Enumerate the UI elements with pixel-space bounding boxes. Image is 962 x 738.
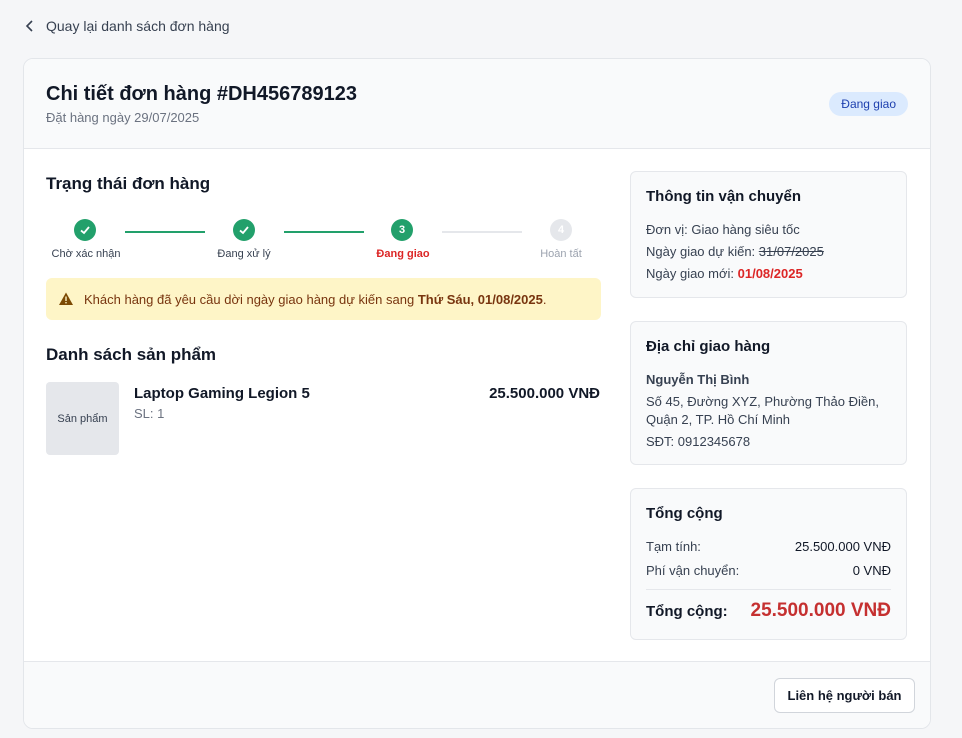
shipping-fee-label: Phí vận chuyển: <box>646 563 740 578</box>
step-2-label: Đang xử lý <box>217 248 271 260</box>
step-connector <box>125 231 205 233</box>
shipping-fee-value: 0 VNĐ <box>852 563 891 578</box>
new-date: Ngày giao mới: 01/08/2025 <box>646 266 803 281</box>
product-price: 25.500.000 VNĐ <box>489 385 600 402</box>
products-title: Danh sách sản phẩm <box>46 345 217 364</box>
address-box: Địa chỉ giao hàng Nguyễn Thị Bình Số 45,… <box>630 321 907 465</box>
step-2-check-icon <box>233 219 255 241</box>
step-4-label: Hoàn tất <box>540 248 582 260</box>
order-stepper: 3 4 Chờ xác nhận Đang xử lý Đang giao Ho… <box>46 211 601 261</box>
step-3-circle: 3 <box>391 219 413 241</box>
address-line-1: Số 45, Đường XYZ, Phường Thảo Điền, <box>646 394 879 409</box>
step-4-circle: 4 <box>550 219 572 241</box>
alert-highlight: Thứ Sáu, 01/08/2025 <box>417 291 543 307</box>
alert-text: Khách hàng đã yêu cầu dời ngày giao hàng… <box>84 291 547 307</box>
page-title: Chi tiết đơn hàng #DH456789123 <box>46 83 357 105</box>
subtotal-value: 25.500.000 VNĐ <box>794 539 891 554</box>
total-row: Tổng cộng: 25.500.000 VNĐ <box>646 600 891 622</box>
address-line-2: Quận 2, TP. Hồ Chí Minh <box>646 412 791 427</box>
summary-box: Tổng cộng Tạm tính: 25.500.000 VNĐ Phí v… <box>630 488 907 640</box>
shipping-title: Thông tin vận chuyển <box>646 188 802 205</box>
product-name: Laptop Gaming Legion 5 <box>134 385 310 402</box>
expected-date-old: 31/07/2025 <box>758 244 824 259</box>
step-1-check-icon <box>74 219 96 241</box>
shipping-info-box: Thông tin vận chuyển Đơn vị: Giao hàng s… <box>630 171 907 298</box>
order-header: Chi tiết đơn hàng #DH456789123 Đặt hàng … <box>24 59 930 149</box>
order-card: Chi tiết đơn hàng #DH456789123 Đặt hàng … <box>23 58 931 729</box>
contact-seller-button[interactable]: Liên hệ người bán <box>774 678 915 713</box>
shipping-unit: Đơn vị: Giao hàng siêu tốc <box>646 222 800 237</box>
recipient-name: Nguyễn Thị Bình <box>646 372 750 387</box>
card-footer: Liên hệ người bán <box>24 661 930 728</box>
status-badge: Đang giao <box>829 92 908 116</box>
total-value: 25.500.000 VNĐ <box>750 600 892 621</box>
chevron-left-icon <box>25 20 33 32</box>
expected-date: Ngày giao dự kiến: 31/07/2025 <box>646 244 824 259</box>
address-title: Địa chỉ giao hàng <box>646 338 771 355</box>
back-link-label: Quay lại danh sách đơn hàng <box>46 18 230 34</box>
step-1-label: Chờ xác nhận <box>51 248 121 260</box>
shipping-fee-row: Phí vận chuyển: 0 VNĐ <box>646 563 891 578</box>
reschedule-alert: Khách hàng đã yêu cầu dời ngày giao hàng… <box>46 278 601 320</box>
progress-title: Trạng thái đơn hàng <box>46 174 211 193</box>
summary-title: Tổng cộng <box>646 505 723 522</box>
step-connector <box>284 231 364 233</box>
product-quantity: SL: 1 <box>134 406 165 421</box>
subtotal-row: Tạm tính: 25.500.000 VNĐ <box>646 539 891 554</box>
warning-icon <box>59 292 73 305</box>
step-connector <box>442 231 522 233</box>
back-link[interactable]: Quay lại danh sách đơn hàng <box>24 18 230 34</box>
summary-divider <box>646 589 891 590</box>
recipient-phone: SĐT: 0912345678 <box>646 434 751 449</box>
total-label: Tổng cộng: <box>646 602 728 620</box>
order-date: Đặt hàng ngày 29/07/2025 <box>46 110 200 125</box>
subtotal-label: Tạm tính: <box>646 539 701 554</box>
product-thumbnail: Sản phẩm <box>46 382 119 455</box>
new-date-value: 01/08/2025 <box>737 266 803 281</box>
step-3-label: Đang giao <box>376 248 430 260</box>
